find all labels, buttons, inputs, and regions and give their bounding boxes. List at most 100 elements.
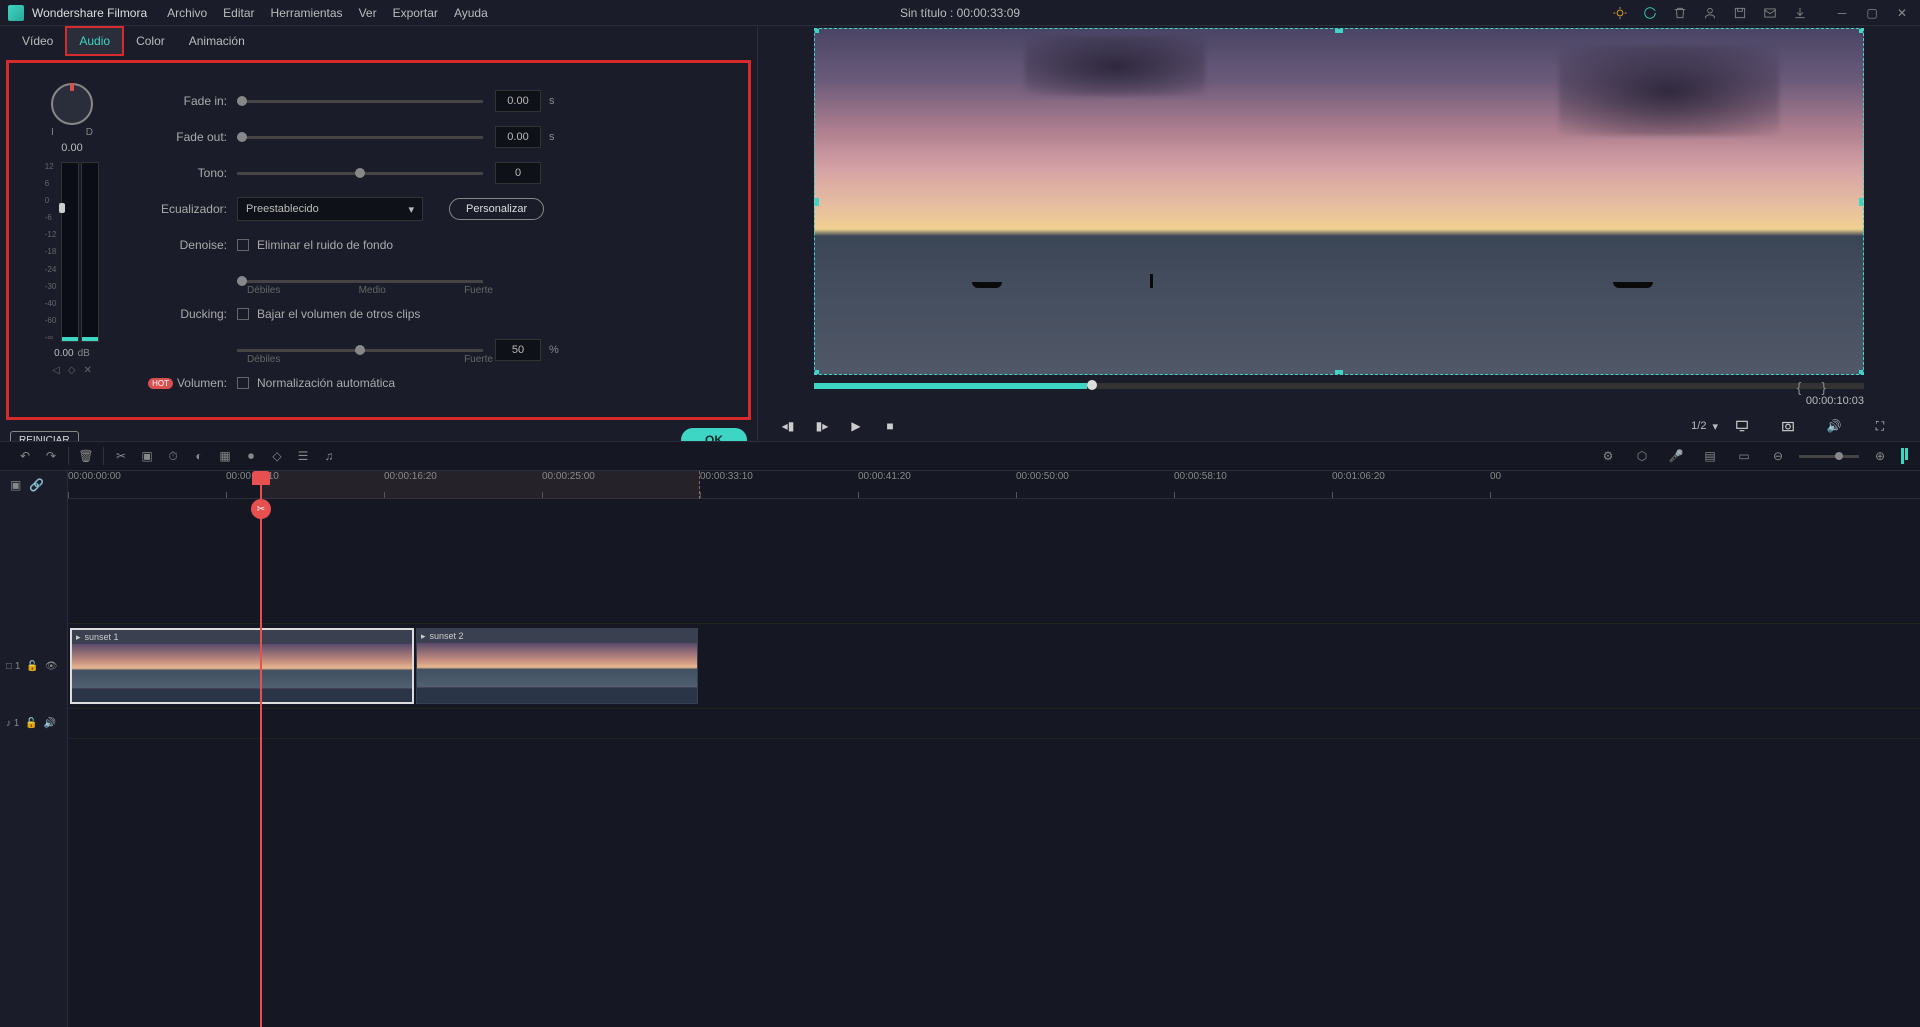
crop-icon[interactable]: ▣ <box>134 443 160 469</box>
timeline-gutter: ▣🔗 <box>0 471 68 1027</box>
caption-icon[interactable]: ▤ <box>1697 443 1723 469</box>
stop-button[interactable]: ■ <box>878 414 902 438</box>
preview-zoom-select[interactable]: 1/2▾ <box>1691 420 1718 433</box>
clip-sunset-1[interactable]: ▸sunset 1 <box>70 628 414 704</box>
video-track[interactable]: □ 1🔓👁 ▸sunset 1 ▸sunset 2 <box>68 624 1920 709</box>
timeline-ruler[interactable]: 00:00:00:00 00:00:08:10 00:00:16:20 00:0… <box>68 471 1920 499</box>
vu-right[interactable] <box>81 162 99 342</box>
audio-track[interactable]: ♪ 1🔓🔊 <box>68 709 1920 739</box>
fade-in-value[interactable]: 0.00 <box>495 90 541 112</box>
lock-icon[interactable]: 🔓 <box>26 661 38 672</box>
tab-audio[interactable]: Audio <box>65 26 124 56</box>
preview-panel: { } 00:00:10:03 ◂▮ ▮▸ ▶ ■ 1/2▾ 🔊 ⛶ <box>758 26 1920 441</box>
playhead[interactable]: ✂ <box>260 471 262 1027</box>
maximize-button[interactable]: ▢ <box>1862 5 1882 21</box>
link-icon[interactable]: 🔗 <box>29 478 44 492</box>
ducking-value[interactable]: 50 <box>495 339 541 361</box>
tab-animation[interactable]: Animación <box>177 28 257 54</box>
fade-out-value[interactable]: 0.00 <box>495 126 541 148</box>
save-icon[interactable] <box>1732 5 1748 21</box>
refresh-icon[interactable] <box>1642 5 1658 21</box>
eq-select[interactable]: Preestablecido▾ <box>237 197 423 221</box>
undo-button[interactable]: ↶ <box>12 443 38 469</box>
snapshot-icon[interactable] <box>1776 414 1800 438</box>
adjust-icon[interactable]: ☰ <box>290 443 316 469</box>
display-icon[interactable] <box>1730 414 1754 438</box>
hot-badge: HOT <box>148 378 173 389</box>
vu-meters: 1260-6-12-18-24-30-40-60-∞ <box>45 162 100 342</box>
zoom-out-button[interactable]: ⊖ <box>1765 443 1791 469</box>
redo-button[interactable]: ↷ <box>38 443 64 469</box>
menu-help[interactable]: Ayuda <box>454 6 488 20</box>
play-button[interactable]: ▶ <box>844 414 868 438</box>
close-button[interactable]: ✕ <box>1892 5 1912 21</box>
fade-out-slider[interactable] <box>237 136 483 139</box>
balance-knob[interactable] <box>51 83 93 125</box>
eq-label: Ecualizador: <box>147 202 237 216</box>
title-bar: Wondershare Filmora Archivo Editar Herra… <box>0 0 1920 26</box>
download-icon[interactable] <box>1792 5 1808 21</box>
main-menu: Archivo Editar Herramientas Ver Exportar… <box>167 6 488 20</box>
tips-icon[interactable] <box>1612 5 1628 21</box>
balance-value: 0.00 <box>61 142 82 154</box>
track-spacer[interactable] <box>68 499 1920 624</box>
scissors-icon[interactable]: ✂ <box>251 499 271 519</box>
keyframe-controls[interactable]: ◁◇✕ <box>52 365 92 376</box>
document-title: Sin título : 00:00:33:09 <box>900 6 1020 20</box>
tone-value[interactable]: 0 <box>495 162 541 184</box>
prev-frame-button[interactable]: ◂▮ <box>776 414 800 438</box>
greenscreen-icon[interactable]: ▦ <box>212 443 238 469</box>
denoise-slider[interactable] <box>237 280 483 283</box>
audio-sync-icon[interactable]: ♫ <box>316 443 342 469</box>
audio-panel: ID 0.00 1260-6-12-18-24-30-40-60-∞ 0.00d… <box>6 60 751 420</box>
eye-icon[interactable]: 👁 <box>45 661 58 672</box>
menu-view[interactable]: Ver <box>359 6 377 20</box>
timeline: ▣🔗 00:00:00:00 00:00:08:10 00:00:16:20 0… <box>0 471 1920 1027</box>
ducking-checkbox[interactable] <box>237 308 249 320</box>
fade-out-label: Fade out: <box>147 130 237 144</box>
media-icon[interactable]: ▣ <box>10 478 21 492</box>
vu-left[interactable] <box>61 162 79 342</box>
mail-icon[interactable] <box>1762 5 1778 21</box>
menu-export[interactable]: Exportar <box>393 6 438 20</box>
preview-scrubber[interactable]: { } <box>814 383 1864 389</box>
record-icon[interactable]: ⏺ <box>238 443 264 469</box>
fade-in-slider[interactable] <box>237 100 483 103</box>
marker-icon[interactable]: ⬡ <box>1629 443 1655 469</box>
fullscreen-icon[interactable]: ⛶ <box>1868 414 1892 438</box>
lock-icon[interactable]: 🔓 <box>25 718 37 729</box>
selection-region[interactable] <box>260 471 700 499</box>
menu-tools[interactable]: Herramientas <box>271 6 343 20</box>
zoom-in-button[interactable]: ⊕ <box>1867 443 1893 469</box>
mute-icon[interactable]: 🔊 <box>44 718 56 729</box>
next-frame-button[interactable]: ▮▸ <box>810 414 834 438</box>
user-icon[interactable] <box>1702 5 1718 21</box>
fade-in-label: Fade in: <box>147 94 237 108</box>
mixer-icon[interactable]: ⚙ <box>1595 443 1621 469</box>
speed-icon[interactable]: ⏱ <box>160 443 186 469</box>
denoise-label: Denoise: <box>147 238 237 252</box>
trash-icon[interactable] <box>1672 5 1688 21</box>
preview-canvas[interactable] <box>814 28 1864 375</box>
color-icon[interactable]: ◐ <box>186 443 212 469</box>
zoom-slider[interactable] <box>1799 455 1859 458</box>
render-icon[interactable]: ▭ <box>1731 443 1757 469</box>
keyframe-icon[interactable]: ◇ <box>264 443 290 469</box>
tone-slider[interactable] <box>237 172 483 175</box>
clip-sunset-2[interactable]: ▸sunset 2 <box>416 628 698 704</box>
volume-auto-checkbox[interactable] <box>237 377 249 389</box>
eq-customize-button[interactable]: Personalizar <box>449 198 544 220</box>
minimize-button[interactable]: ─ <box>1832 5 1852 21</box>
split-icon[interactable]: ✂ <box>108 443 134 469</box>
ducking-slider[interactable] <box>237 349 483 352</box>
denoise-checkbox[interactable] <box>237 239 249 251</box>
app-logo-icon <box>8 5 24 21</box>
menu-edit[interactable]: Editar <box>223 6 254 20</box>
menu-file[interactable]: Archivo <box>167 6 207 20</box>
delete-button[interactable]: 🗑 <box>73 443 99 469</box>
mic-icon[interactable]: 🎤 <box>1663 443 1689 469</box>
property-tabs: Vídeo Audio Color Animación <box>0 26 757 56</box>
volume-icon[interactable]: 🔊 <box>1822 414 1846 438</box>
tab-video[interactable]: Vídeo <box>10 28 65 54</box>
tab-color[interactable]: Color <box>124 28 177 54</box>
